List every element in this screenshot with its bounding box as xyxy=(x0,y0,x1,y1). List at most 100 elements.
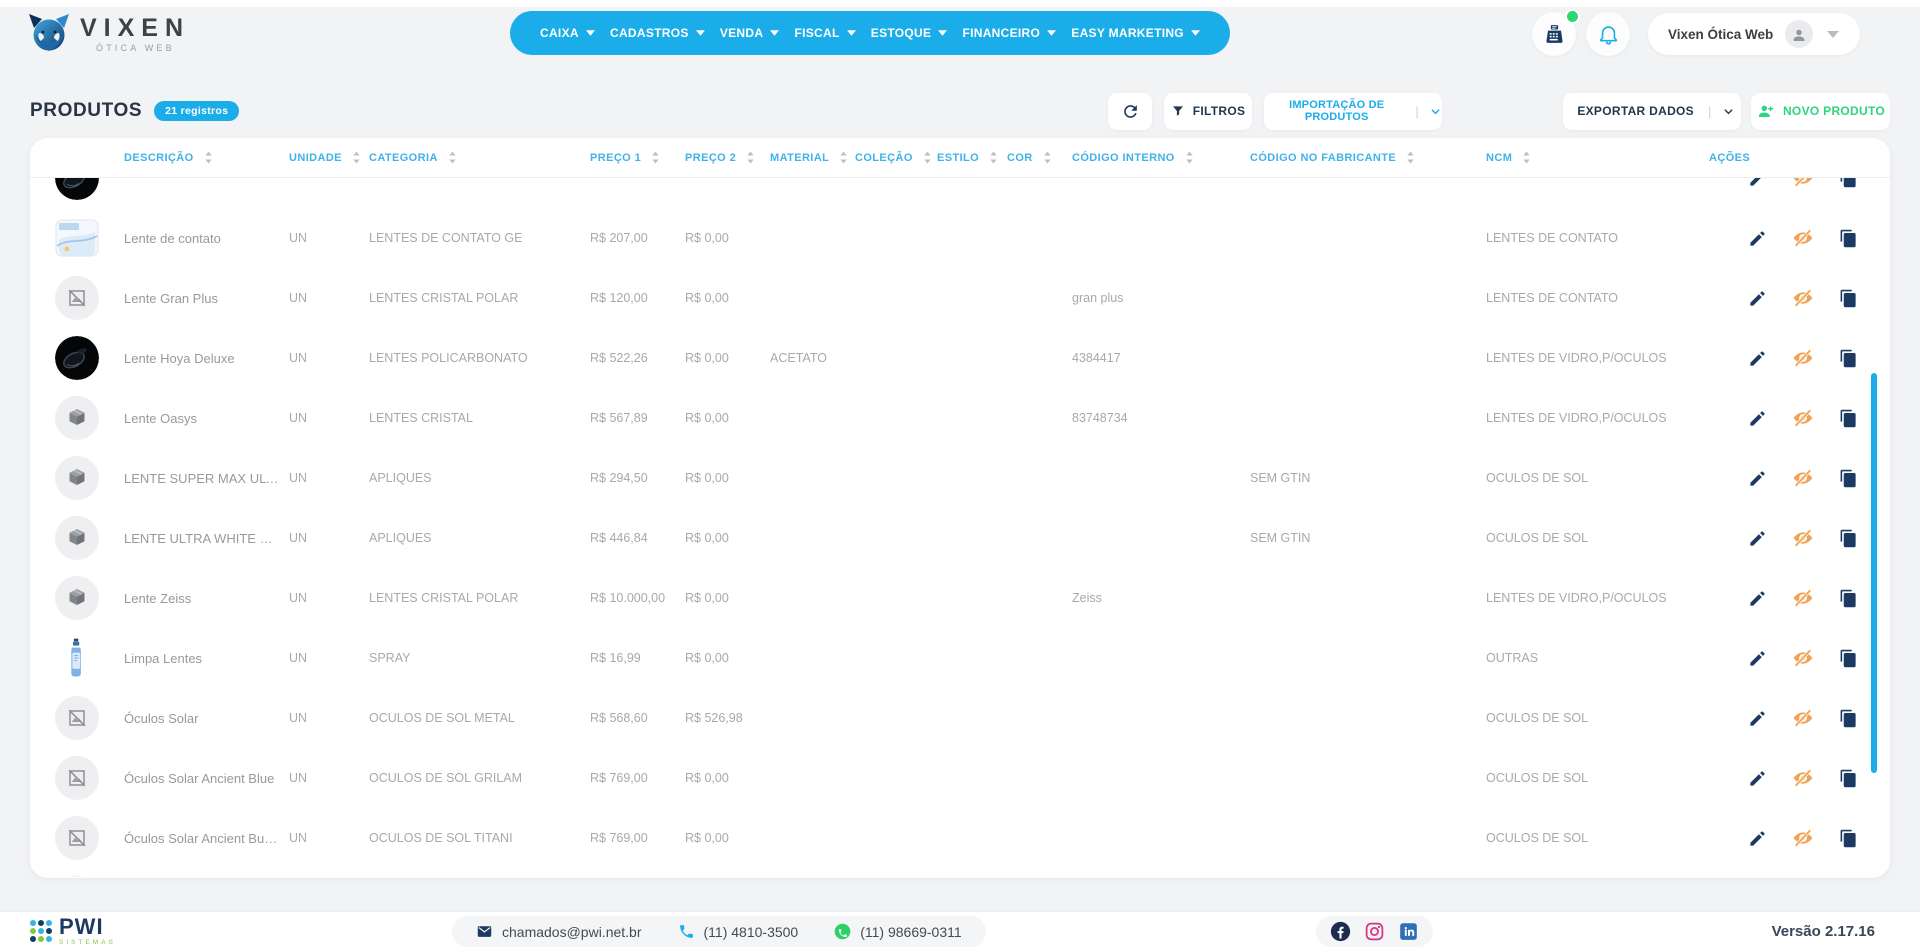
edit-button[interactable] xyxy=(1748,529,1767,548)
cell-manufacturer-code: SEM GTIN xyxy=(1250,531,1486,545)
linkedin-link[interactable] xyxy=(1398,921,1419,942)
column-header-cor[interactable]: COR xyxy=(1007,151,1072,164)
edit-button[interactable] xyxy=(1748,649,1767,668)
hide-icon xyxy=(1791,347,1815,369)
duplicate-button[interactable] xyxy=(1839,229,1858,248)
column-header-material[interactable]: MATERIAL xyxy=(770,151,855,164)
hide-icon xyxy=(1791,827,1815,849)
hide-button[interactable] xyxy=(1791,287,1815,309)
table-row: Lente de contatoUNLENTES DE CONTATO GER$… xyxy=(30,208,1890,268)
nav-item-label: CAIXA xyxy=(540,26,579,40)
hide-icon xyxy=(1791,707,1815,729)
pwi-logo[interactable]: PWI SISTEMAS xyxy=(30,916,116,947)
cell-category: LENTES CRISTAL POLAR xyxy=(369,291,590,305)
edit-button[interactable] xyxy=(1748,709,1767,728)
table-row: LENTE ULTRA WHITE POWERUNAPLIQUESR$ 446,… xyxy=(30,508,1890,568)
package-icon xyxy=(55,516,99,560)
duplicate-button[interactable] xyxy=(1839,349,1858,368)
edit-button[interactable] xyxy=(1748,829,1767,848)
instagram-link[interactable] xyxy=(1364,921,1385,942)
email-link[interactable]: chamados@pwi.net.br xyxy=(476,923,642,940)
table-header-row: DESCRIÇÃOUNIDADECATEGORIAPREÇO 1PREÇO 2M… xyxy=(30,138,1890,178)
nav-item-cadastros[interactable]: CADASTROS xyxy=(610,26,705,40)
export-data-button[interactable]: EXPORTAR DADOS | xyxy=(1563,93,1741,130)
column-header-descri-o[interactable]: DESCRIÇÃO xyxy=(124,151,289,164)
facebook-link[interactable] xyxy=(1330,921,1351,942)
refresh-button[interactable] xyxy=(1108,93,1152,130)
hide-button[interactable] xyxy=(1791,827,1815,849)
hide-button[interactable] xyxy=(1791,347,1815,369)
duplicate-button[interactable] xyxy=(1839,769,1858,788)
edit-button[interactable] xyxy=(1748,349,1767,368)
nav-item-easy-marketing[interactable]: EASY MARKETING xyxy=(1071,26,1200,40)
column-header-ncm[interactable]: NCM xyxy=(1486,151,1709,164)
column-header-pre-o-1[interactable]: PREÇO 1 xyxy=(590,151,685,164)
column-header-unidade[interactable]: UNIDADE xyxy=(289,151,369,164)
hide-button[interactable] xyxy=(1791,178,1815,189)
duplicate-button[interactable] xyxy=(1839,829,1858,848)
column-header-pre-o-2[interactable]: PREÇO 2 xyxy=(685,151,770,164)
duplicate-button[interactable] xyxy=(1839,289,1858,308)
column-header-estilo[interactable]: ESTILO xyxy=(937,151,1007,164)
column-header-c-digo-interno[interactable]: CÓDIGO INTERNO xyxy=(1072,151,1250,164)
import-products-button[interactable]: IMPORTAÇÃO DE PRODUTOS | xyxy=(1264,93,1442,130)
cell-unit: UN xyxy=(289,471,369,485)
column-header-categoria[interactable]: CATEGORIA xyxy=(369,151,590,164)
new-product-button[interactable]: NOVO PRODUTO xyxy=(1751,93,1890,130)
hide-button[interactable] xyxy=(1791,407,1815,429)
package-icon xyxy=(55,396,99,440)
nav-item-venda[interactable]: VENDA xyxy=(720,26,780,40)
hide-button[interactable] xyxy=(1791,647,1815,669)
edit-button[interactable] xyxy=(1748,769,1767,788)
edit-button[interactable] xyxy=(1748,469,1767,488)
notifications-button[interactable] xyxy=(1586,12,1630,56)
row-actions xyxy=(1709,287,1890,309)
phone-link[interactable]: (11) 4810-3500 xyxy=(678,923,799,940)
edit-button[interactable] xyxy=(1748,589,1767,608)
nav-item-caixa[interactable]: CAIXA xyxy=(540,26,595,40)
edit-button[interactable] xyxy=(1748,229,1767,248)
nav-item-financeiro[interactable]: FINANCEIRO xyxy=(962,26,1056,40)
edit-icon xyxy=(1748,589,1767,608)
hide-button[interactable] xyxy=(1791,707,1815,729)
duplicate-button[interactable] xyxy=(1839,178,1858,188)
hide-icon xyxy=(1791,178,1815,189)
edit-button[interactable] xyxy=(1748,178,1767,188)
nav-item-label: CADASTROS xyxy=(610,26,689,40)
account-menu[interactable]: Vixen Ótica Web xyxy=(1648,13,1860,55)
records-count-badge: 21 registros xyxy=(154,101,239,121)
duplicate-button[interactable] xyxy=(1839,469,1858,488)
sort-icon xyxy=(204,151,213,164)
row-actions xyxy=(1709,587,1890,609)
hide-button[interactable] xyxy=(1791,527,1815,549)
cash-register-icon xyxy=(1543,23,1566,46)
duplicate-button[interactable] xyxy=(1839,589,1858,608)
hide-button[interactable] xyxy=(1791,467,1815,489)
table-scrollbar[interactable] xyxy=(1871,373,1877,773)
hide-button[interactable] xyxy=(1791,227,1815,249)
duplicate-button[interactable] xyxy=(1839,709,1858,728)
hide-button[interactable] xyxy=(1791,767,1815,789)
edit-button[interactable] xyxy=(1748,409,1767,428)
row-actions xyxy=(1709,347,1890,369)
chevron-down-icon xyxy=(1827,31,1839,38)
duplicate-button[interactable] xyxy=(1839,649,1858,668)
column-header-c-digo-no-fabricante[interactable]: CÓDIGO NO FABRICANTE xyxy=(1250,151,1486,164)
column-header-cole-o[interactable]: COLEÇÃO xyxy=(855,151,937,164)
cell-description: Óculos Solar xyxy=(124,711,289,726)
whatsapp-link[interactable]: (11) 98669-0311 xyxy=(834,923,961,940)
nav-item-estoque[interactable]: ESTOQUE xyxy=(871,26,948,40)
page-title: PRODUTOS xyxy=(30,100,142,122)
table-row: Lente ZeissUNLENTES CRISTAL POLARR$ 10.0… xyxy=(30,568,1890,628)
cash-register-button[interactable] xyxy=(1532,12,1576,56)
hide-button[interactable] xyxy=(1791,587,1815,609)
filters-button[interactable]: FILTROS xyxy=(1164,93,1252,130)
nav-item-fiscal[interactable]: FISCAL xyxy=(794,26,855,40)
duplicate-button[interactable] xyxy=(1839,409,1858,428)
row-actions xyxy=(1709,827,1890,849)
duplicate-button[interactable] xyxy=(1839,529,1858,548)
brand-logo[interactable]: VIXEN ÓTICA WEB xyxy=(26,13,190,55)
cell-price1: R$ 769,00 xyxy=(590,831,685,845)
cell-price1: R$ 294,50 xyxy=(590,471,685,485)
edit-button[interactable] xyxy=(1748,289,1767,308)
